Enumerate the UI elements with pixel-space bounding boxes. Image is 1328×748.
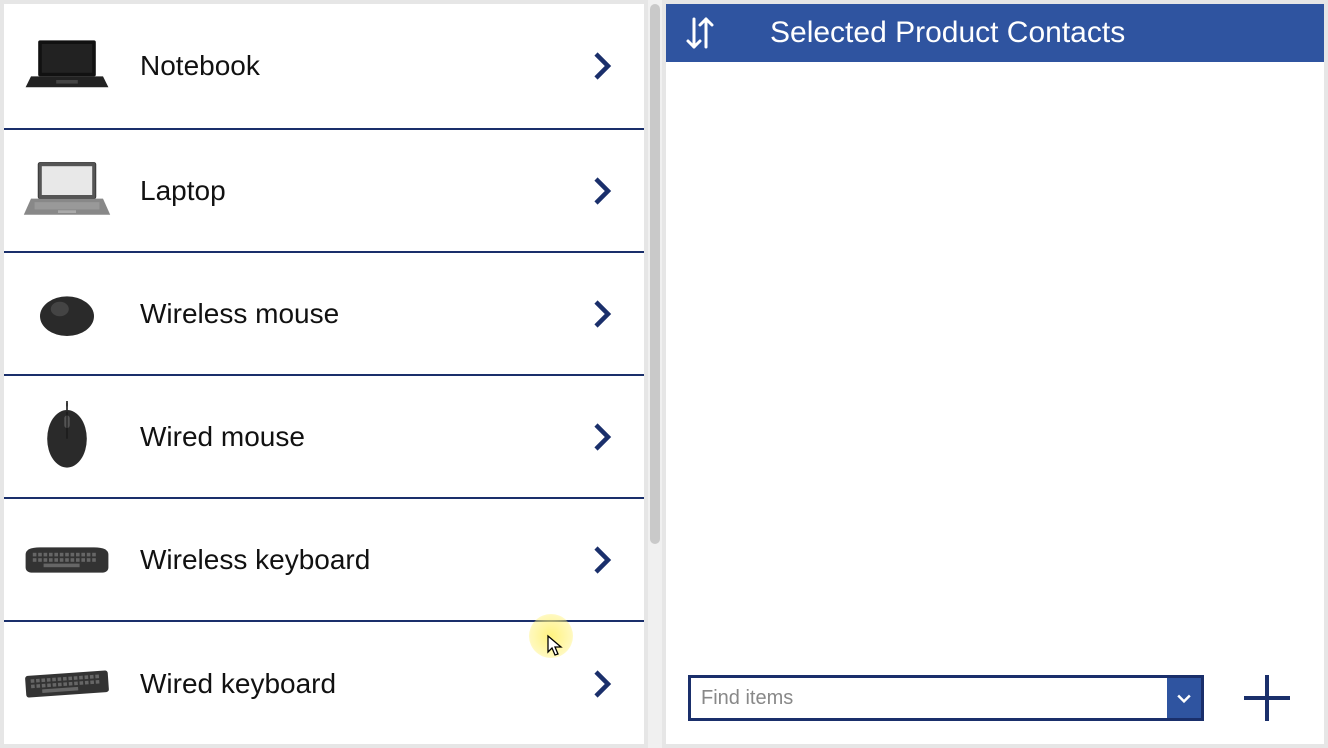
- app-root: Notebook Laptop: [0, 0, 1328, 748]
- notebook-icon: [22, 26, 112, 106]
- products-panel: Notebook Laptop: [0, 0, 648, 748]
- mouse-icon: [22, 274, 112, 354]
- product-label: Notebook: [140, 50, 584, 82]
- find-items-combo[interactable]: [688, 675, 1204, 721]
- product-item-laptop[interactable]: Laptop: [4, 130, 644, 253]
- chevron-right-icon: [584, 48, 620, 84]
- wired-mouse-icon: [22, 397, 112, 477]
- keyboard-icon: [22, 644, 112, 724]
- contacts-body: [666, 62, 1324, 658]
- chevron-right-icon: [584, 419, 620, 455]
- product-item-wireless-keyboard[interactable]: Wireless keyboard: [4, 499, 644, 622]
- contacts-header: Selected Product Contacts: [666, 4, 1324, 62]
- product-item-wireless-mouse[interactable]: Wireless mouse: [4, 253, 644, 376]
- left-scrollbar[interactable]: [648, 0, 662, 748]
- sort-arrows-icon[interactable]: [680, 13, 720, 53]
- laptop-icon: [22, 151, 112, 231]
- contacts-panel: Selected Product Contacts: [662, 0, 1328, 748]
- product-label: Wireless keyboard: [140, 544, 584, 576]
- product-label: Wireless mouse: [140, 298, 584, 330]
- product-list: Notebook Laptop: [4, 4, 644, 745]
- product-label: Wired mouse: [140, 421, 584, 453]
- scrollbar-thumb[interactable]: [650, 4, 660, 544]
- find-items-dropdown-button[interactable]: [1167, 678, 1201, 718]
- find-items-input[interactable]: [691, 678, 1167, 718]
- chevron-right-icon: [584, 296, 620, 332]
- product-label: Laptop: [140, 175, 584, 207]
- product-label: Wired keyboard: [140, 668, 584, 700]
- product-item-wired-mouse[interactable]: Wired mouse: [4, 376, 644, 499]
- plus-icon: [1240, 671, 1294, 725]
- product-item-notebook[interactable]: Notebook: [4, 4, 644, 130]
- product-item-wired-keyboard[interactable]: Wired keyboard: [4, 622, 644, 745]
- chevron-down-icon: [1174, 688, 1194, 708]
- add-button[interactable]: [1240, 671, 1294, 725]
- chevron-right-icon: [584, 173, 620, 209]
- contacts-title: Selected Product Contacts: [770, 16, 1324, 50]
- contacts-footer: [666, 658, 1324, 744]
- chevron-right-icon: [584, 666, 620, 702]
- chevron-right-icon: [584, 542, 620, 578]
- keyboard-icon: [22, 520, 112, 600]
